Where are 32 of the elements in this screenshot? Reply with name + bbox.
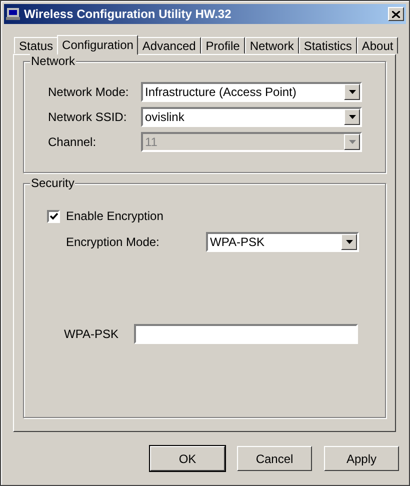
dialog-button[interactable]: OK xyxy=(150,446,225,471)
dialog-button[interactable]: Apply xyxy=(324,446,399,471)
computer-icon xyxy=(6,8,20,20)
input-field[interactable] xyxy=(134,324,358,344)
tab[interactable]: Network xyxy=(244,37,299,54)
field-label: WPA-PSK xyxy=(64,327,120,341)
close-icon xyxy=(392,10,400,18)
tab[interactable]: Profile xyxy=(200,37,245,54)
tab[interactable]: Statistics xyxy=(298,37,357,54)
dropdown-arrow-icon xyxy=(346,240,352,244)
checkbox-label: Enable Encryption xyxy=(66,209,164,223)
group-title: Security xyxy=(30,176,76,190)
group-title: Network xyxy=(30,54,76,68)
close-button[interactable] xyxy=(388,7,404,21)
dropdown-arrow-icon xyxy=(348,140,356,144)
tab[interactable]: Advanced xyxy=(137,37,201,54)
checkmark-icon xyxy=(50,212,58,220)
dropdown[interactable]: Infrastructure (Access Point) xyxy=(141,82,362,102)
dropdown-arrow-icon xyxy=(348,90,356,94)
checkbox[interactable] xyxy=(47,210,60,222)
dropdown[interactable]: ovislink xyxy=(141,107,362,127)
field-label: Network SSID: xyxy=(48,110,128,124)
tab[interactable]: Status xyxy=(14,37,58,54)
field-label: Network Mode: xyxy=(48,85,130,99)
tab[interactable]: About xyxy=(356,37,398,54)
dialog-button[interactable]: Cancel xyxy=(237,446,312,471)
dropdown[interactable]: WPA-PSK xyxy=(206,232,359,252)
field-label: Channel: xyxy=(48,135,98,149)
tab[interactable]: Configuration xyxy=(57,35,138,55)
dropdown-arrow-icon xyxy=(348,115,356,119)
field-label: Encryption Mode: xyxy=(66,235,160,249)
window-title: Wireless Configuration Utility HW.32 xyxy=(24,7,232,21)
